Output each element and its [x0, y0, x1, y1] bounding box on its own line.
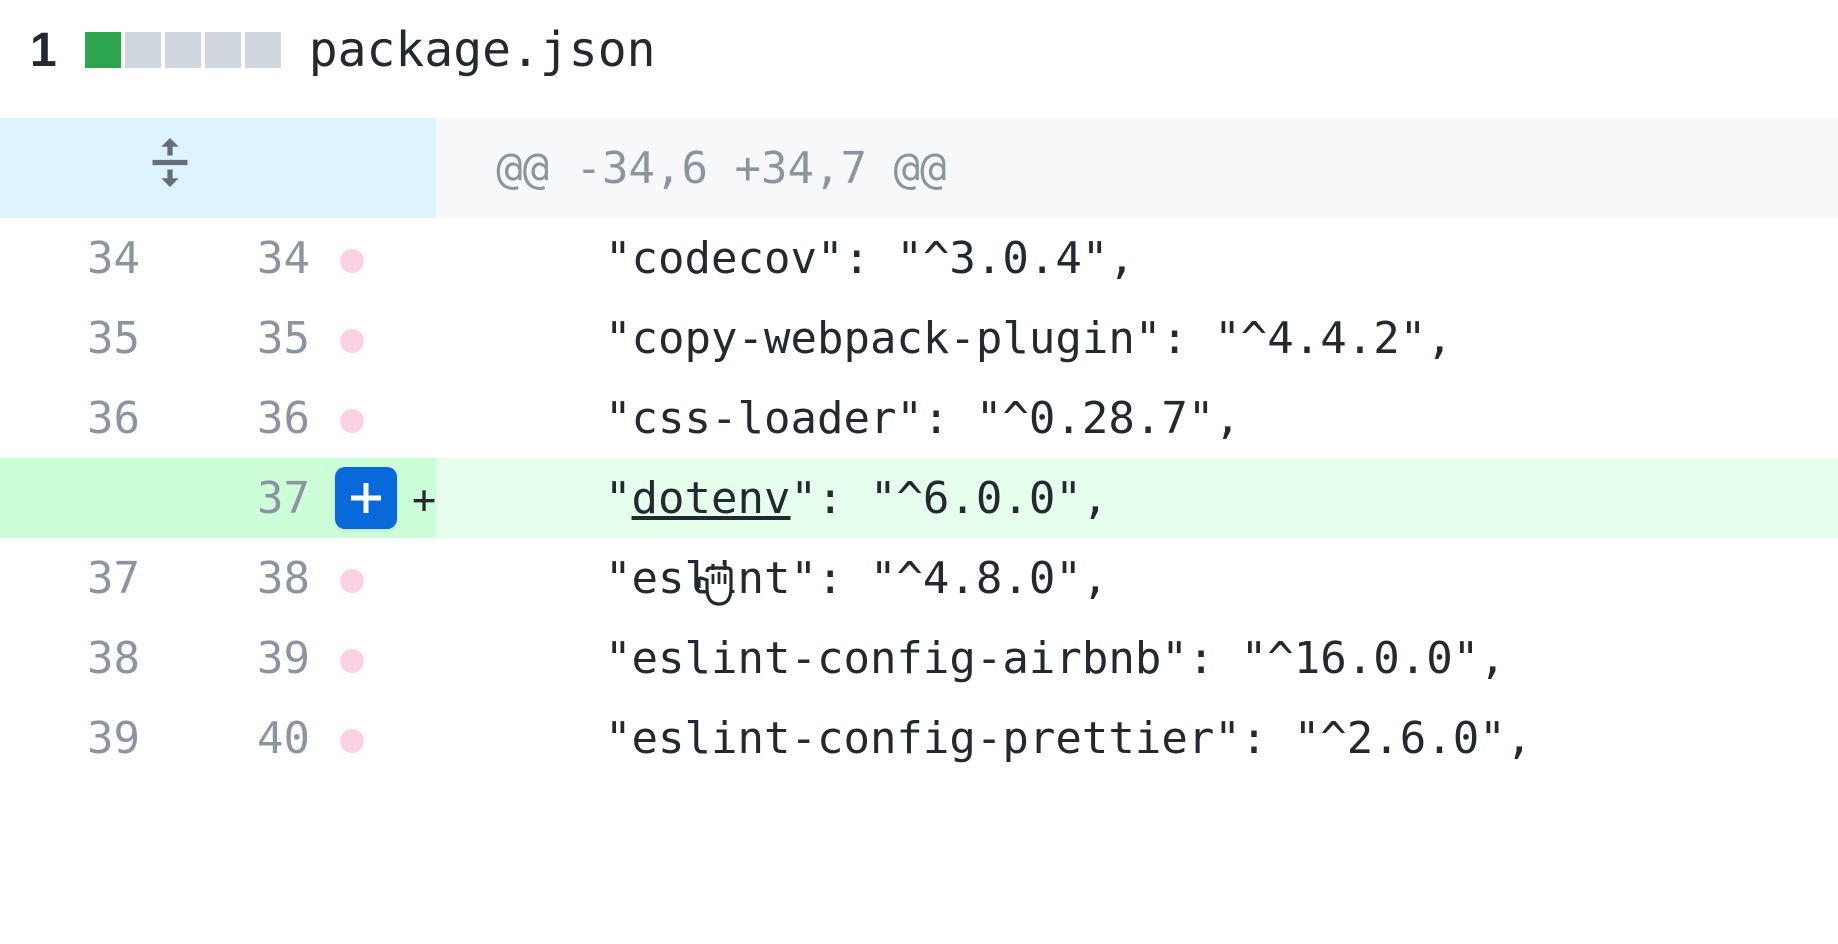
diff-line-context: 36 36 "css-loader": "^0.28.7",: [0, 378, 1838, 458]
coverage-dot-icon: [340, 329, 364, 353]
expand-hunk[interactable]: [0, 118, 340, 218]
line-marker: [340, 618, 436, 698]
line-number-new[interactable]: 40: [170, 698, 340, 778]
diff-line-context: 34 34 "codecov": "^3.0.4",: [0, 218, 1838, 298]
line-number-new[interactable]: 39: [170, 618, 340, 698]
diff-line-context: 39 40 "eslint-config-prettier": "^2.6.0"…: [0, 698, 1838, 778]
line-number-old[interactable]: 35: [0, 298, 170, 378]
line-marker: [340, 698, 436, 778]
code-content[interactable]: "codecov": "^3.0.4",: [436, 218, 1838, 298]
code-content[interactable]: "eslint-config-prettier": "^2.6.0",: [436, 698, 1838, 778]
hunk-header-text: @@ -34,6 +34,7 @@: [436, 118, 1838, 218]
diffstat-added-block: [85, 32, 121, 68]
diffstat-neutral-block: [205, 32, 241, 68]
file-name[interactable]: package.json: [309, 22, 656, 78]
line-number-old[interactable]: 37: [0, 538, 170, 618]
coverage-dot-icon: [340, 569, 364, 593]
code-content[interactable]: "eslint": "^4.8.0",: [436, 538, 1838, 618]
plus-icon: [346, 478, 386, 518]
diff-table: @@ -34,6 +34,7 @@ 34 34 "codecov": "^3.0…: [0, 118, 1838, 778]
coverage-dot-icon: [340, 249, 364, 273]
line-number-new[interactable]: 36: [170, 378, 340, 458]
line-number-old[interactable]: 36: [0, 378, 170, 458]
add-comment-button[interactable]: [335, 467, 397, 529]
coverage-dot-icon: [340, 649, 364, 673]
dependency-link[interactable]: dotenv: [632, 473, 791, 524]
diffstat-neutral-block: [125, 32, 161, 68]
line-number-new[interactable]: 37: [170, 458, 340, 538]
diffstat-neutral-block: [245, 32, 281, 68]
line-number-old[interactable]: 39: [0, 698, 170, 778]
code-content[interactable]: "eslint-config-airbnb": "^16.0.0",: [436, 618, 1838, 698]
line-marker: [340, 378, 436, 458]
code-content[interactable]: "css-loader": "^0.28.7",: [436, 378, 1838, 458]
line-marker: [340, 538, 436, 618]
line-number-new[interactable]: 35: [170, 298, 340, 378]
diff-line-context: 38 39 "eslint-config-airbnb": "^16.0.0",: [0, 618, 1838, 698]
line-number-old[interactable]: 34: [0, 218, 170, 298]
line-marker: [340, 218, 436, 298]
code-content[interactable]: "copy-webpack-plugin": "^4.4.2",: [436, 298, 1838, 378]
diffstat[interactable]: [85, 32, 281, 68]
coverage-dot-icon: [340, 409, 364, 433]
unfold-icon: [142, 135, 198, 202]
code-content[interactable]: "dotenv": "^6.0.0",: [436, 458, 1838, 538]
diff-line-context: 35 35 "copy-webpack-plugin": "^4.4.2",: [0, 298, 1838, 378]
hunk-header-row: @@ -34,6 +34,7 @@: [0, 118, 1838, 218]
line-number-new[interactable]: 38: [170, 538, 340, 618]
line-number-old[interactable]: [0, 458, 170, 538]
line-marker: [340, 298, 436, 378]
line-number-old[interactable]: 38: [0, 618, 170, 698]
file-index: 1: [30, 23, 57, 78]
file-header: 1 package.json: [0, 0, 1838, 100]
diff-line-context: 37 38 "eslint": "^4.8.0",: [0, 538, 1838, 618]
line-number-new[interactable]: 34: [170, 218, 340, 298]
diff-line-addition: 37 + "dotenv": "^6.0.0",: [0, 458, 1838, 538]
diffstat-neutral-block: [165, 32, 201, 68]
line-marker: +: [340, 458, 436, 538]
coverage-dot-icon: [340, 729, 364, 753]
